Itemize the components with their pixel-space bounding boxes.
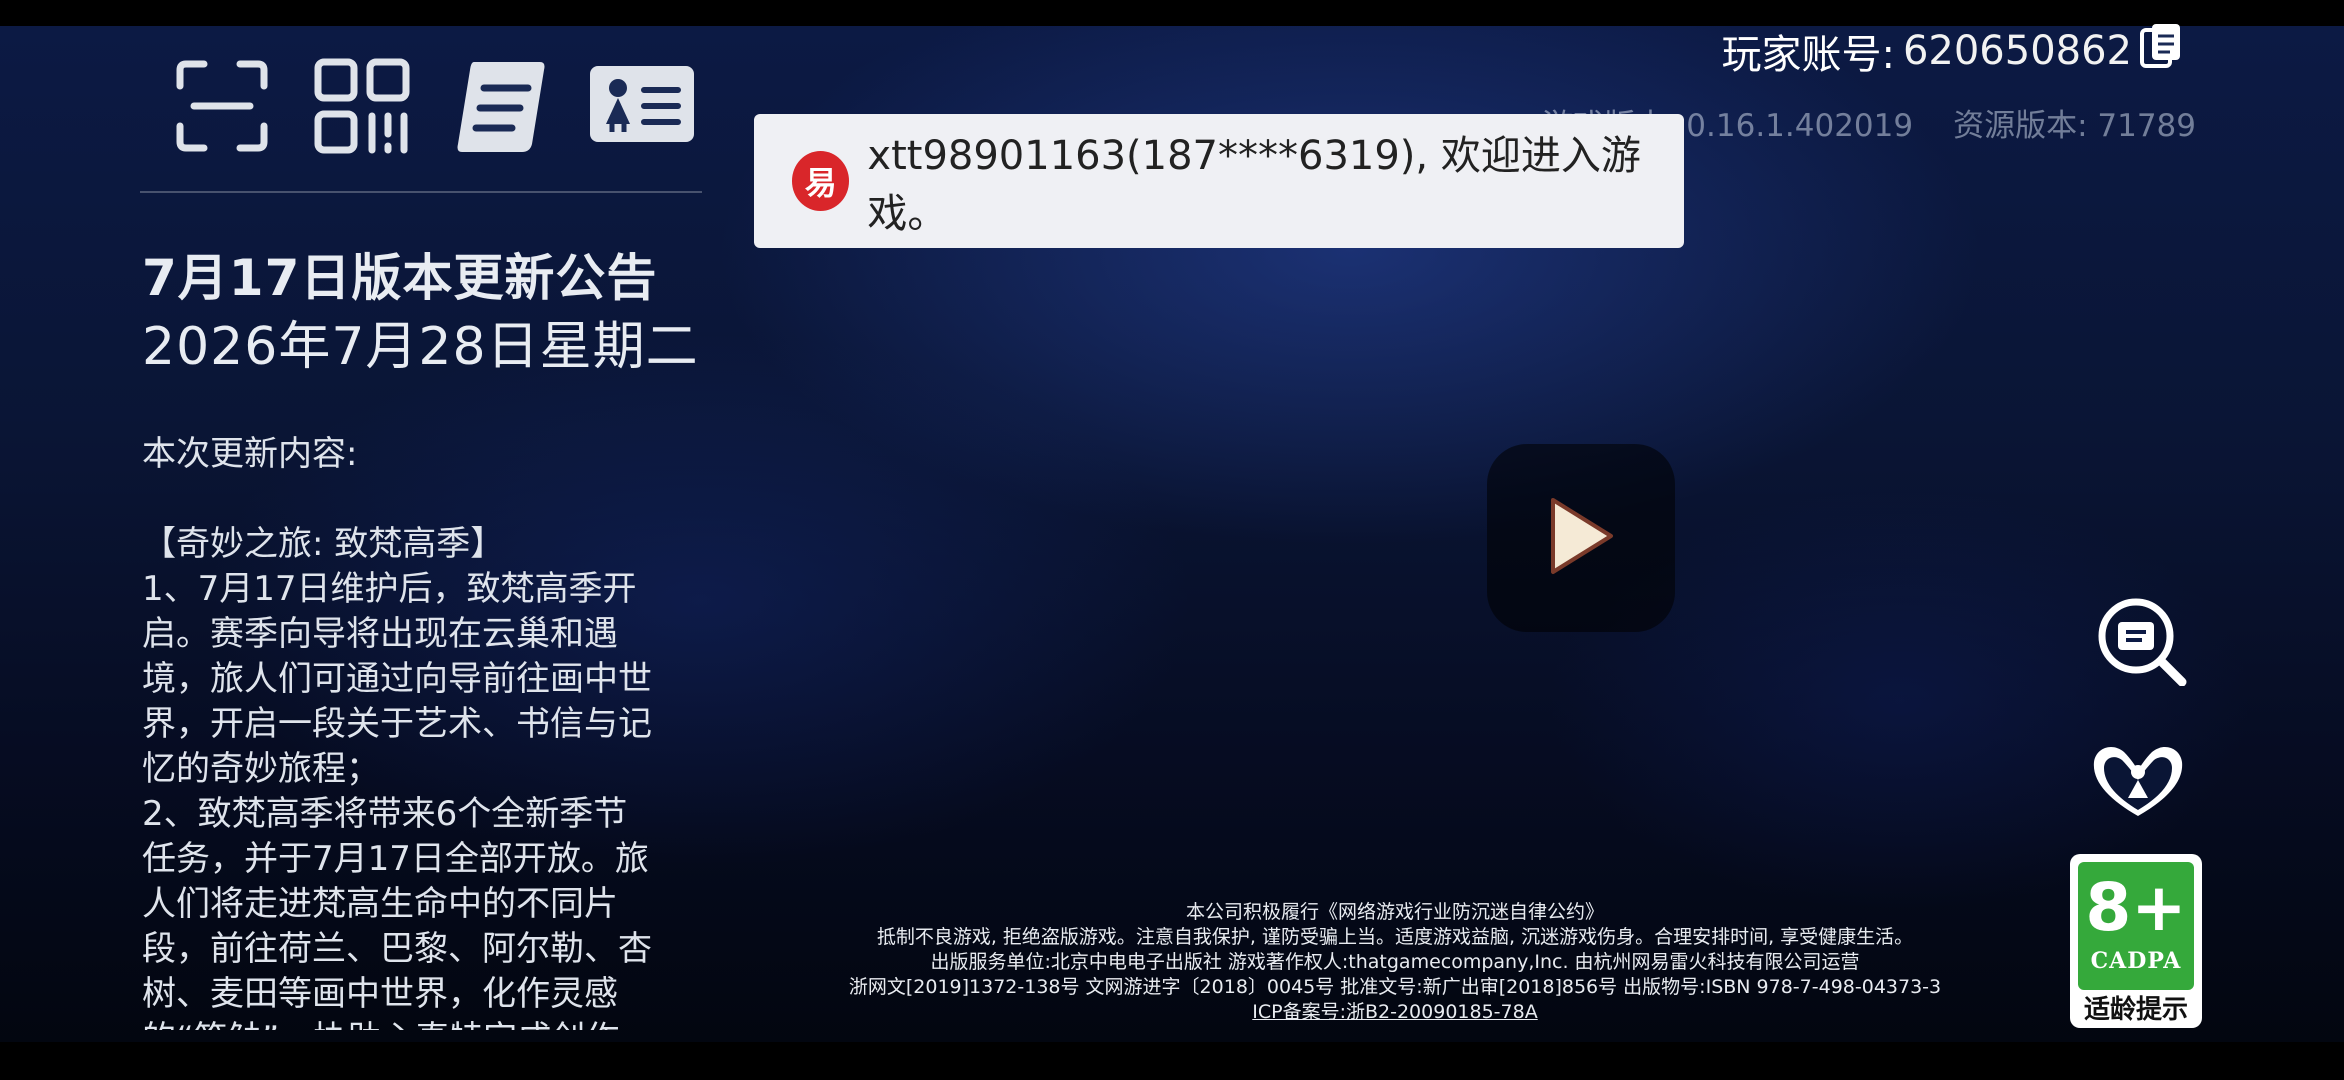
announcement-title: 7月17日版本更新公告 <box>142 249 658 307</box>
welcome-toast: 易 xtt98901163(187****6319), 欢迎进入游戏。 <box>754 114 1684 248</box>
age-rating-value: 8+ <box>2085 869 2187 946</box>
id-card-icon[interactable] <box>590 54 694 158</box>
legal-notice: 本公司积极履行《网络游戏行业防沉迷自律公约》 抵制不良游戏, 拒绝盗版游戏。注意… <box>790 900 2000 1025</box>
icp-link[interactable]: ICP备案号:浙B2-20090185-78A <box>790 1000 2000 1025</box>
announcement-line <box>142 477 702 522</box>
play-button[interactable] <box>1487 444 1675 632</box>
announcement-line: 人们将走进梵高生命中的不同片 <box>142 884 618 924</box>
toast-message: xtt98901163(187****6319), 欢迎进入游戏。 <box>867 133 1641 237</box>
qr-code-icon[interactable] <box>310 54 414 158</box>
announcement-line: 本次更新内容: <box>142 434 358 474</box>
announcement-line: 的“笔触”，协助心真特完成创作 <box>142 1017 702 1030</box>
announcement-line: 忆的奇妙旅程； <box>142 749 380 789</box>
announcement-line: 树、麦田等画中世界，化作灵感 <box>142 974 618 1014</box>
search-document-icon[interactable] <box>2094 596 2190 686</box>
family-guardian-icon[interactable] <box>2090 740 2186 820</box>
legal-line: 本公司积极履行《网络游戏行业防沉迷自律公约》 <box>1185 901 1604 923</box>
announcement-line: 任务，并于7月17日全部开放。旅 <box>142 839 649 879</box>
play-icon <box>1545 494 1617 582</box>
resource-version: 资源版本: 71789 <box>1953 108 2197 144</box>
announcement-line: 启。赛季向导将出现在云巢和遇 <box>142 614 618 654</box>
left-toolbar <box>170 54 694 158</box>
scan-icon[interactable] <box>170 54 274 158</box>
copy-icon[interactable] <box>2140 22 2184 80</box>
announcement-line: 境，旅人们可通过向导前往画中世 <box>142 659 652 699</box>
legal-line: 抵制不良游戏, 拒绝盗版游戏。注意自我保护, 谨防受骗上当。适度游戏益脑, 沉迷… <box>876 926 1914 948</box>
netease-logo-icon: 易 <box>792 151 850 211</box>
announcement-line: 段，前往荷兰、巴黎、阿尔勒、杏 <box>142 929 652 969</box>
rating-org: CADPA <box>2090 948 2182 974</box>
age-rating-panel: 8+ CADPA <box>2078 862 2194 990</box>
age-tip-label: 适龄提示 <box>2083 995 2188 1025</box>
age-rating-badge[interactable]: 8+ CADPA 适龄提示 <box>2070 854 2202 1028</box>
account-label: 玩家账号: <box>1721 32 1895 78</box>
announcement-date: 2026年7月28日星期二 <box>142 317 699 377</box>
account-id: 620650862 <box>1902 28 2132 74</box>
announcement-line: 1、7月17日维护后，致梵高季开 <box>142 569 637 609</box>
player-account: 玩家账号: 620650862 <box>1721 22 2184 80</box>
legal-line: 浙网文[2019]1372-138号 文网游进字〔2018〕0045号 批准文号… <box>848 976 1942 998</box>
announcement-body[interactable]: 本次更新内容: 【奇妙之旅: 致梵高季】 1、7月17日维护后，致梵高季开 启。… <box>142 432 702 1030</box>
announcement-line: 界，开启一段关于艺术、书信与记 <box>142 704 652 744</box>
navigation-bar <box>0 1042 2344 1080</box>
announcement-line: 2、致梵高季将带来6个全新季节 <box>142 794 628 834</box>
legal-line: 出版服务单位:北京中电电子出版社 游戏著作权人:thatgamecompany,… <box>930 951 1860 973</box>
announcement-line: 【奇妙之旅: 致梵高季】 <box>142 524 505 564</box>
divider <box>140 191 702 193</box>
notice-scroll-icon[interactable] <box>450 54 554 158</box>
